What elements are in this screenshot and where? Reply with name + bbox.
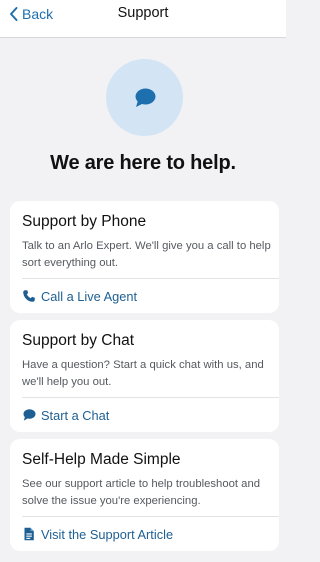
hero-icon-circle bbox=[106, 59, 183, 136]
card-divider bbox=[22, 397, 279, 398]
support-chat-card: Support by Chat Have a question? Start a… bbox=[10, 320, 279, 432]
chat-bubble-icon bbox=[135, 88, 155, 107]
card-divider bbox=[22, 516, 279, 517]
action-label: Start a Chat bbox=[41, 407, 110, 423]
page-title: Support bbox=[117, 5, 169, 21]
visit-support-article-button[interactable]: Visit the Support Article bbox=[22, 525, 173, 543]
start-chat-button[interactable]: Start a Chat bbox=[22, 406, 109, 424]
card-title: Support by Phone bbox=[22, 213, 147, 230]
action-label: Visit the Support Article bbox=[41, 526, 174, 542]
page-headline: We are here to help. bbox=[50, 152, 236, 174]
phone-icon bbox=[23, 290, 35, 302]
card-title: Self-Help Made Simple bbox=[22, 451, 181, 468]
card-title: Support by Chat bbox=[22, 332, 135, 349]
document-icon bbox=[24, 527, 34, 541]
self-help-card: Self-Help Made Simple See our support ar… bbox=[10, 439, 279, 551]
call-live-agent-button[interactable]: Call a Live Agent bbox=[22, 287, 137, 305]
nav-bar: Back Support bbox=[0, 0, 286, 38]
card-description: See our support article to help troubles… bbox=[22, 478, 261, 507]
support-phone-card: Support by Phone Talk to an Arlo Expert.… bbox=[10, 201, 279, 313]
card-description: Talk to an Arlo Expert. We'll give you a… bbox=[22, 240, 271, 269]
chat-bubble-icon bbox=[23, 409, 36, 421]
card-divider bbox=[22, 278, 279, 279]
card-description: Have a question? Start a quick chat with… bbox=[22, 359, 264, 388]
action-label: Call a Live Agent bbox=[41, 288, 138, 304]
